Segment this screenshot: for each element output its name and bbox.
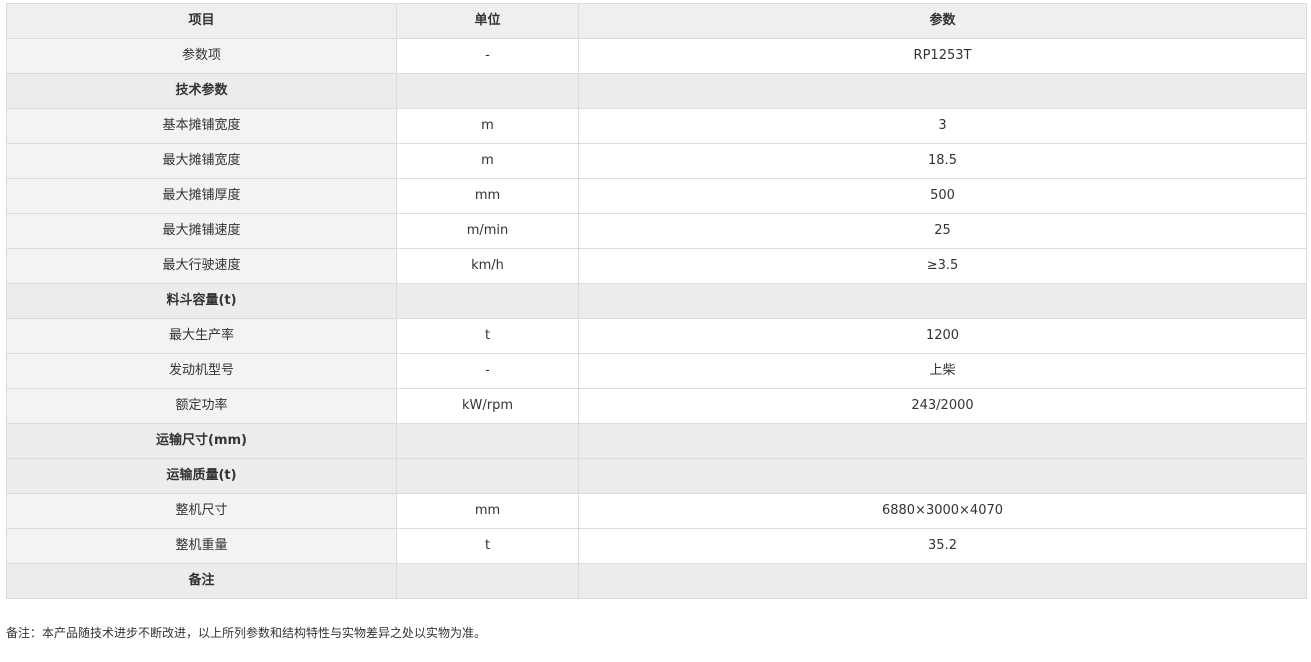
table-row: 最大生产率 t 1200 — [6, 318, 1307, 354]
row-value: 18.5 — [578, 143, 1307, 179]
row-unit: mm — [396, 493, 579, 529]
row-value: ≥3.5 — [578, 248, 1307, 284]
table-row: 整机重量 t 35.2 — [6, 528, 1307, 564]
row-item-label: 料斗容量(t) — [6, 283, 397, 319]
table-section-row: 料斗容量(t) — [6, 283, 1307, 319]
row-value — [578, 283, 1307, 319]
row-unit: - — [396, 353, 579, 389]
footnote: 备注：本产品随技术进步不断改进，以上所列参数和结构特性与实物差异之处以实物为准。 — [6, 626, 487, 640]
row-value: 1200 — [578, 318, 1307, 354]
row-item-label: 备注 — [6, 563, 397, 599]
table-header-row: 项目 单位 参数 — [6, 3, 1307, 39]
row-unit — [396, 458, 579, 494]
table-section-row: 运输尺寸(mm) — [6, 423, 1307, 459]
row-value: 6880×3000×4070 — [578, 493, 1307, 529]
header-value: 参数 — [578, 3, 1307, 39]
row-unit: t — [396, 318, 579, 354]
row-value — [578, 458, 1307, 494]
row-value: 25 — [578, 213, 1307, 249]
row-value — [578, 563, 1307, 599]
row-value: 上柴 — [578, 353, 1307, 389]
row-item-label: 技术参数 — [6, 73, 397, 109]
table-row: 最大摊铺速度 m/min 25 — [6, 213, 1307, 249]
row-item-label: 最大摊铺宽度 — [6, 143, 397, 179]
row-item-label: 发动机型号 — [6, 353, 397, 389]
table-row: 最大摊铺厚度 mm 500 — [6, 178, 1307, 214]
row-unit: kW/rpm — [396, 388, 579, 424]
table-row: 参数项 - RP1253T — [6, 38, 1307, 74]
row-unit: - — [396, 38, 579, 74]
row-value: 3 — [578, 108, 1307, 144]
row-unit: m/min — [396, 213, 579, 249]
row-unit — [396, 283, 579, 319]
row-unit — [396, 563, 579, 599]
table-section-row: 运输质量(t) — [6, 458, 1307, 494]
row-item-label: 额定功率 — [6, 388, 397, 424]
table-row: 发动机型号 - 上柴 — [6, 353, 1307, 389]
table-row: 最大摊铺宽度 m 18.5 — [6, 143, 1307, 179]
table-row: 最大行驶速度 km/h ≥3.5 — [6, 248, 1307, 284]
row-value: 35.2 — [578, 528, 1307, 564]
row-unit: km/h — [396, 248, 579, 284]
table-section-row: 备注 — [6, 563, 1307, 599]
table-body: 参数项 - RP1253T 技术参数 基本摊铺宽度 m 3 最大摊铺宽度 m 18.5 最大摊铺厚度… — [6, 38, 1307, 599]
table-row: 整机尺寸 mm 6880×3000×4070 — [6, 493, 1307, 529]
row-item-label: 最大生产率 — [6, 318, 397, 354]
row-unit — [396, 73, 579, 109]
row-value — [578, 73, 1307, 109]
row-unit: mm — [396, 178, 579, 214]
table-row: 额定功率 kW/rpm 243/2000 — [6, 388, 1307, 424]
row-value: RP1253T — [578, 38, 1307, 74]
row-item-label: 参数项 — [6, 38, 397, 74]
row-item-label: 最大行驶速度 — [6, 248, 397, 284]
row-item-label: 运输质量(t) — [6, 458, 397, 494]
row-value — [578, 423, 1307, 459]
header-unit: 单位 — [396, 3, 579, 39]
row-unit: m — [396, 108, 579, 144]
row-item-label: 最大摊铺速度 — [6, 213, 397, 249]
row-item-label: 最大摊铺厚度 — [6, 178, 397, 214]
row-item-label: 整机尺寸 — [6, 493, 397, 529]
row-unit: t — [396, 528, 579, 564]
table-row: 基本摊铺宽度 m 3 — [6, 108, 1307, 144]
row-item-label: 基本摊铺宽度 — [6, 108, 397, 144]
row-value: 243/2000 — [578, 388, 1307, 424]
header-item: 项目 — [6, 3, 397, 39]
spec-table: 项目 单位 参数 参数项 - RP1253T 技术参数 基本摊铺宽度 m 3 最大摊铺宽度 m 1… — [6, 3, 1307, 599]
row-item-label: 整机重量 — [6, 528, 397, 564]
row-value: 500 — [578, 178, 1307, 214]
row-unit — [396, 423, 579, 459]
table-section-row: 技术参数 — [6, 73, 1307, 109]
row-item-label: 运输尺寸(mm) — [6, 423, 397, 459]
row-unit: m — [396, 143, 579, 179]
